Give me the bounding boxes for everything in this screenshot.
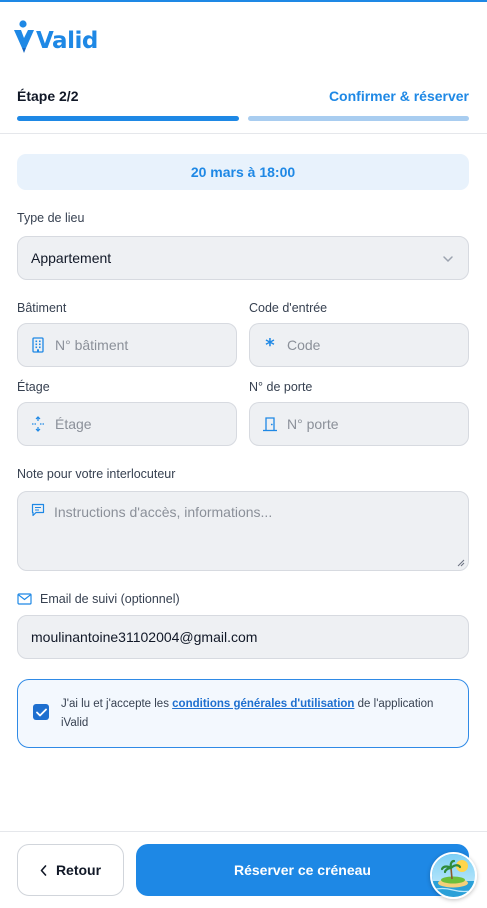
floor-placeholder: Étage — [55, 416, 92, 432]
beach-island-icon — [432, 854, 475, 897]
terms-checkbox[interactable] — [33, 704, 49, 720]
door-icon — [262, 416, 278, 432]
mail-icon — [17, 593, 32, 605]
terms-link[interactable]: conditions générales d'utilisation — [172, 698, 354, 710]
place-type-label: Type de lieu — [17, 211, 85, 225]
logo-text: Valid — [36, 28, 98, 54]
step-next-label: Confirmer & réserver — [328, 88, 469, 104]
entry-code-label: Code d'entrée — [249, 301, 328, 315]
door-input[interactable]: N° porte — [249, 402, 469, 446]
reserve-slot-button-label: Réserver ce créneau — [234, 862, 371, 878]
floor-input[interactable]: Étage — [17, 402, 237, 446]
email-value: moulinantoine31102004@gmail.com — [31, 629, 258, 645]
booking-datetime-banner: 20 mars à 18:00 — [17, 154, 469, 190]
entry-code-input[interactable]: * Code — [249, 323, 469, 367]
building-input[interactable]: N° bâtiment — [17, 323, 237, 367]
top-accent-line — [0, 0, 487, 2]
email-input[interactable]: moulinantoine31102004@gmail.com — [17, 615, 469, 659]
asterisk-icon: * — [265, 334, 275, 356]
chevron-down-icon — [443, 256, 453, 263]
logo-mark-icon — [14, 20, 34, 53]
resize-grip-icon[interactable] — [456, 558, 465, 567]
floor-label: Étage — [17, 380, 50, 394]
step-header: Étape 2/2 Confirmer & réserver — [17, 88, 469, 108]
building-placeholder: N° bâtiment — [55, 337, 129, 353]
terms-text-before: J'ai lu et j'accepte les — [61, 698, 173, 710]
terms-text: J'ai lu et j'accepte les conditions géné… — [61, 695, 451, 733]
floor-arrows-icon — [30, 416, 46, 432]
progress-bar-step-2 — [248, 116, 469, 121]
building-icon — [30, 337, 46, 353]
note-label: Note pour votre interlocuteur — [17, 467, 176, 481]
email-label: Email de suivi (optionnel) — [40, 592, 180, 606]
reserve-slot-button[interactable]: Réserver ce créneau — [136, 844, 469, 896]
back-button[interactable]: Retour — [17, 844, 124, 896]
door-placeholder: N° porte — [287, 416, 339, 432]
back-button-label: Retour — [55, 862, 102, 878]
chevron-left-icon — [40, 864, 47, 876]
footer-divider — [0, 831, 487, 832]
app-logo: Valid — [13, 18, 98, 56]
note-textarea[interactable]: Instructions d'accès, informations... — [17, 491, 469, 571]
email-label-row: Email de suivi (optionnel) — [17, 592, 180, 606]
check-icon — [35, 708, 47, 716]
header-divider — [0, 133, 487, 134]
door-label: N° de porte — [249, 380, 313, 394]
entry-code-placeholder: Code — [287, 337, 321, 353]
note-placeholder: Instructions d'accès, informations... — [54, 504, 273, 520]
step-current-label: Étape 2/2 — [17, 88, 79, 104]
place-type-value: Appartement — [31, 250, 112, 266]
place-type-select[interactable]: Appartement — [17, 236, 469, 280]
message-icon — [31, 503, 45, 522]
terms-consent-box[interactable]: J'ai lu et j'accepte les conditions géné… — [17, 679, 469, 748]
user-avatar[interactable] — [430, 852, 477, 899]
progress-bar-step-1 — [17, 116, 239, 121]
building-label: Bâtiment — [17, 301, 67, 315]
